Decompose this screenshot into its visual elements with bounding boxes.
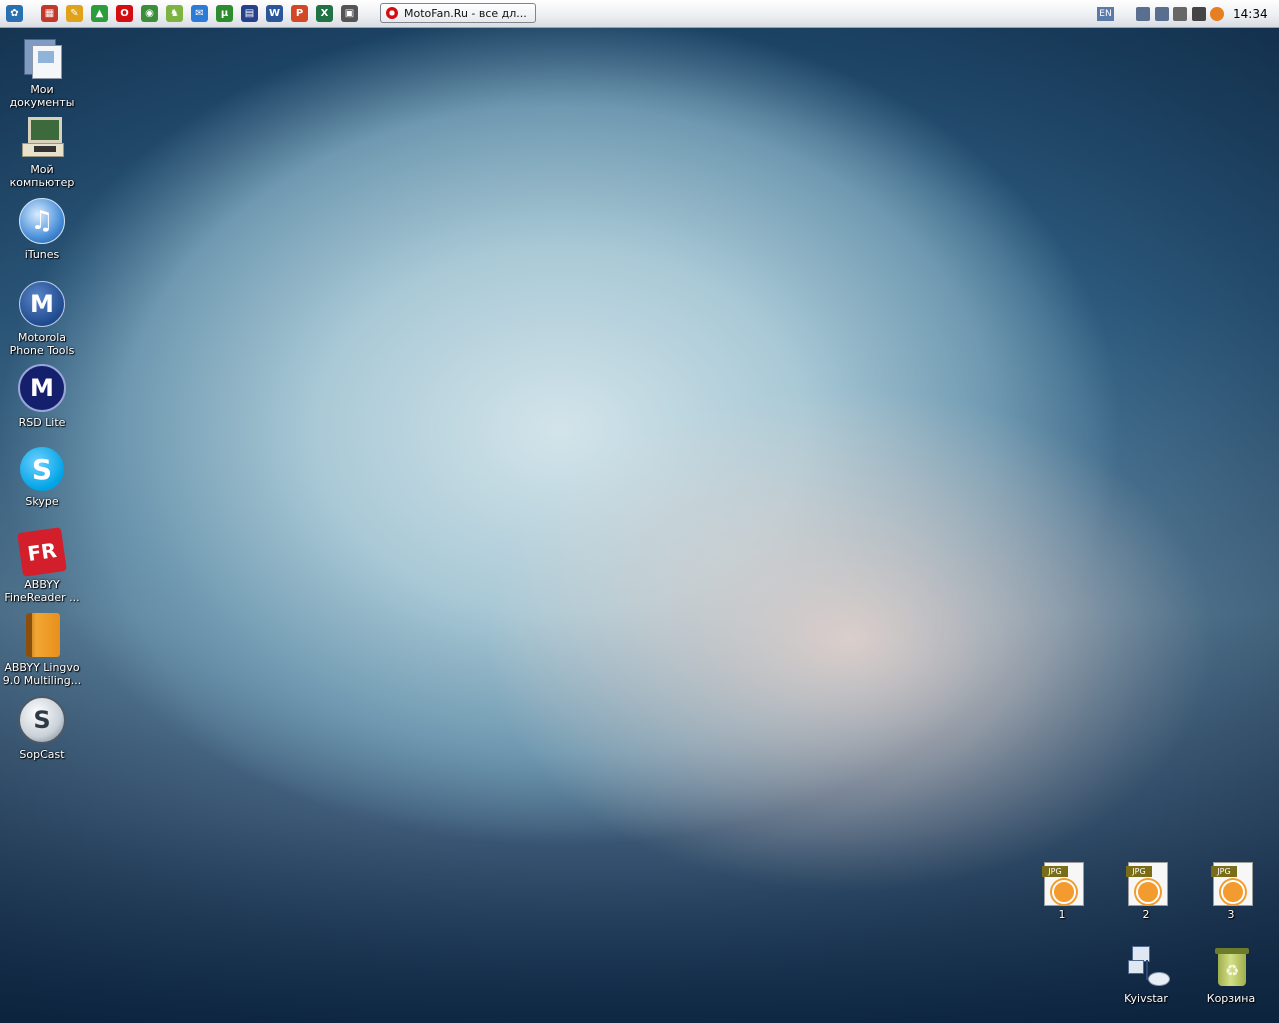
jpg-badge: JPG (1042, 866, 1068, 877)
clock[interactable]: 14:34 (1233, 7, 1268, 21)
android-icon[interactable]: ♞ (166, 5, 183, 22)
calendar-icon[interactable]: ▦ (41, 5, 58, 22)
dialup-network-icon (1124, 944, 1170, 988)
jpg-file-icon: JPG (1209, 860, 1253, 906)
desktop-file-jpg-2[interactable]: JPG 2 (1104, 860, 1188, 921)
desktop-file-jpg-1[interactable]: JPG 1 (1020, 860, 1104, 921)
rsd-icon: M (18, 364, 66, 412)
computer-icon (20, 115, 64, 159)
excel-icon[interactable]: X (316, 5, 333, 22)
update-icon[interactable] (1210, 7, 1224, 21)
desktop-icon-my-documents[interactable]: Мои документы (0, 35, 84, 109)
desktop-icon-kyivstar[interactable]: Kyivstar (1104, 944, 1188, 1005)
save-icon[interactable]: ▤ (241, 5, 258, 22)
jpg-file-icon: JPG (1040, 860, 1084, 906)
window-title: MotoFan.Ru - все дл... (404, 6, 527, 20)
desktop-icon-my-computer[interactable]: Мой компьютер (0, 115, 84, 189)
taskbar: ✿ ▦ ✎ ▲ O ◉ ♞ ✉ µ ▤ W P X ▣ MotoFan.Ru - все дл... EN… (0, 0, 1279, 28)
icon-label: 2 (1142, 908, 1150, 921)
icon-label: Kyivstar (1124, 992, 1168, 1005)
icon-label: 1 (1058, 908, 1066, 921)
icon-label: Motorola Phone Tools (9, 331, 75, 357)
network2-icon[interactable] (1155, 7, 1169, 21)
icon-label: iTunes (24, 248, 60, 261)
desktop-file-jpg-3[interactable]: JPG 3 (1189, 860, 1273, 921)
desktop-icon-motorola-phone-tools[interactable]: M Motorola Phone Tools (0, 281, 84, 357)
icon-label: Корзина (1206, 992, 1256, 1005)
desktop-icon-sopcast[interactable]: S SopCast (0, 696, 84, 761)
pencil-icon[interactable]: ✎ (66, 5, 83, 22)
chat-icon[interactable]: ✉ (191, 5, 208, 22)
desktop-icon-abbyy-finereader[interactable]: FR ABBYY FineReader ... (0, 527, 84, 604)
network-icon[interactable] (1136, 7, 1150, 21)
screenshot-icon[interactable]: ▣ (341, 5, 358, 22)
desktop-icon-skype[interactable]: S Skype (0, 447, 84, 508)
icon-label: ABBYY FineReader ... (4, 578, 80, 604)
word-icon[interactable]: W (266, 5, 283, 22)
icon-label: Skype (25, 495, 59, 508)
taskbar-window-opera[interactable]: MotoFan.Ru - все дл... (380, 3, 536, 23)
sopcast-icon: S (18, 696, 66, 744)
icon-label: Мой компьютер (9, 163, 75, 189)
lingvo-icon (20, 613, 64, 657)
icon-label: Мои документы (9, 83, 75, 109)
folder-icon (20, 35, 64, 79)
jpg-badge: JPG (1211, 866, 1237, 877)
icon-label: 3 (1227, 908, 1235, 921)
sun-icon[interactable] (1192, 7, 1206, 21)
start-icon[interactable]: ✿ (6, 5, 23, 22)
desktop-icon-rsd-lite[interactable]: M RSD Lite (0, 364, 84, 429)
desktop-icon-abbyy-lingvo[interactable]: ABBYY Lingvo 9.0 Multiling... (0, 613, 84, 687)
language-indicator[interactable]: EN (1097, 7, 1114, 21)
icon-label: RSD Lite (18, 416, 66, 429)
powerpoint-icon[interactable]: P (291, 5, 308, 22)
opera-icon (386, 7, 398, 19)
finereader-icon: FR (17, 527, 67, 577)
volume-icon[interactable] (1173, 7, 1187, 21)
icon-label: ABBYY Lingvo 9.0 Multiling... (2, 661, 82, 687)
jpg-file-icon: JPG (1124, 860, 1168, 906)
drive-icon[interactable]: ▲ (91, 5, 108, 22)
itunes-icon: ♫ (19, 198, 65, 244)
icon-label: SopCast (19, 748, 65, 761)
opera-icon[interactable]: O (116, 5, 133, 22)
recycle-bin-icon: ♻ (1209, 944, 1253, 988)
motorola-icon: M (19, 281, 65, 327)
desktop-icon-recycle-bin[interactable]: ♻ Корзина (1189, 944, 1273, 1005)
jpg-badge: JPG (1126, 866, 1152, 877)
skype-icon: S (20, 447, 64, 491)
utorrent-icon[interactable]: µ (216, 5, 233, 22)
desktop-icon-itunes[interactable]: ♫ iTunes (0, 198, 84, 261)
chrome-icon[interactable]: ◉ (141, 5, 158, 22)
